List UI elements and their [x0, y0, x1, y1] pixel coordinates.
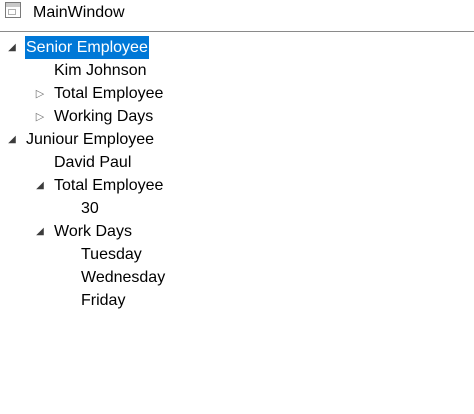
- tree-item-tuesday[interactable]: Tuesday: [0, 243, 474, 266]
- tree-item-label[interactable]: Wednesday: [80, 266, 166, 289]
- collapsed-triangle-icon[interactable]: ▷: [33, 105, 47, 128]
- tree-item-label[interactable]: Juniour Employee: [25, 128, 155, 151]
- tree-item-label[interactable]: Kim Johnson: [53, 59, 148, 82]
- tree-item-label[interactable]: Working Days: [53, 105, 154, 128]
- tree-item-total-value[interactable]: 30: [0, 197, 474, 220]
- tree-item-junior-total-employee[interactable]: ◢ Total Employee: [0, 174, 474, 197]
- tree-item-label[interactable]: Total Employee: [53, 174, 164, 197]
- expanded-triangle-icon[interactable]: ◢: [33, 174, 47, 197]
- tree-item-label[interactable]: Tuesday: [80, 243, 143, 266]
- tree-item-label[interactable]: Senior Employee: [25, 36, 149, 59]
- tree-item-label[interactable]: Work Days: [53, 220, 133, 243]
- tree-item-wednesday[interactable]: Wednesday: [0, 266, 474, 289]
- collapsed-triangle-icon[interactable]: ▷: [33, 82, 47, 105]
- tree-view[interactable]: ◢ Senior Employee Kim Johnson ▷ Total Em…: [0, 36, 474, 312]
- tree-item-friday[interactable]: Friday: [0, 289, 474, 312]
- tree-item-label[interactable]: Friday: [80, 289, 126, 312]
- tree-item-senior-total-employee[interactable]: ▷ Total Employee: [0, 82, 474, 105]
- tree-item-work-days[interactable]: ◢ Work Days: [0, 220, 474, 243]
- tree-item-label[interactable]: David Paul: [53, 151, 132, 174]
- expanded-triangle-icon[interactable]: ◢: [5, 36, 19, 59]
- tree-item-label[interactable]: 30: [80, 197, 100, 220]
- app-window-icon: [5, 2, 21, 18]
- tree-item-juniour-employee[interactable]: ◢ Juniour Employee: [0, 128, 474, 151]
- window-title: MainWindow: [33, 4, 125, 21]
- tree-item-kim-johnson[interactable]: Kim Johnson: [0, 59, 474, 82]
- expanded-triangle-icon[interactable]: ◢: [33, 220, 47, 243]
- tree-item-senior-employee[interactable]: ◢ Senior Employee: [0, 36, 474, 59]
- expanded-triangle-icon[interactable]: ◢: [5, 128, 19, 151]
- tree-item-label[interactable]: Total Employee: [53, 82, 164, 105]
- title-bar: MainWindow: [0, 0, 474, 32]
- tree-item-working-days[interactable]: ▷ Working Days: [0, 105, 474, 128]
- tree-item-david-paul[interactable]: David Paul: [0, 151, 474, 174]
